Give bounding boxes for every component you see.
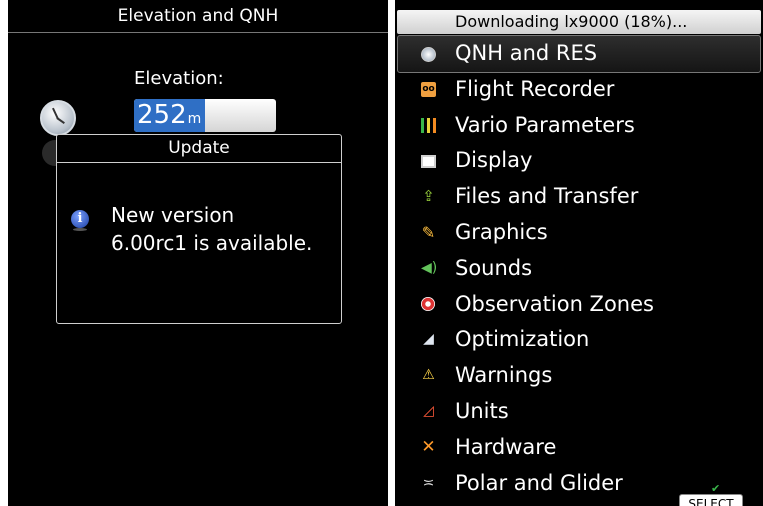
setup-menu: QNH and RES oo Flight Recorder Vario Par… — [395, 36, 763, 501]
dialog-message-line: 6.00rc1 is available. — [111, 231, 313, 255]
target-icon — [421, 296, 435, 311]
menu-item-hardware[interactable]: ✕ Hardware — [395, 430, 763, 466]
screen-title: Elevation and QNH — [8, 0, 388, 33]
speaker-icon: ◀) — [421, 259, 438, 276]
menu-item-label: Observation Zones — [455, 291, 654, 316]
elevation-label: Elevation: — [134, 68, 224, 89]
menu-item-label: Hardware — [455, 434, 557, 459]
dialog-title: Update — [57, 135, 341, 163]
menu-item-label: Sounds — [455, 255, 533, 280]
menu-item-label: Optimization — [455, 327, 590, 352]
menu-item-label: Warnings — [455, 363, 553, 388]
ruler-icon: ◿ — [423, 402, 434, 419]
menu-item-qnh-and-res[interactable]: QNH and RES — [395, 36, 763, 72]
glider-icon: ≍ — [422, 474, 435, 491]
menu-item-flight-recorder[interactable]: oo Flight Recorder — [395, 72, 763, 108]
elevation-unit: m — [187, 111, 202, 127]
info-icon: i — [71, 210, 89, 231]
check-icon: ✔ — [711, 482, 721, 495]
download-status-bar: Downloading lx9000 (18%)... — [397, 10, 761, 34]
vario-bars-icon — [421, 117, 436, 133]
elevation-qnh-screen: Elevation and QNH Elevation: 252m Update… — [8, 0, 388, 506]
menu-item-display[interactable]: Display — [395, 143, 763, 179]
recorder-icon: oo — [421, 81, 436, 97]
menu-item-graphics[interactable]: ✎ Graphics — [395, 215, 763, 251]
menu-item-units[interactable]: ◿ Units — [395, 394, 763, 430]
qnh-gauge-icon — [40, 100, 76, 136]
menu-item-label: Display — [455, 148, 533, 173]
elevation-field[interactable]: 252m — [134, 99, 276, 132]
menu-item-label: Units — [455, 398, 509, 423]
menu-item-observation-zones[interactable]: Observation Zones — [395, 287, 763, 323]
elevation-value: 252m — [134, 99, 206, 132]
menu-item-warnings[interactable]: ⚠ Warnings — [395, 358, 763, 394]
monitor-icon — [421, 155, 436, 169]
menu-item-label: Graphics — [455, 219, 548, 244]
setup-menu-screen: Downloading lx9000 (18%)... QNH and RES … — [395, 0, 763, 506]
menu-item-vario-parameters[interactable]: Vario Parameters — [395, 108, 763, 144]
menu-item-label: Flight Recorder — [455, 76, 615, 101]
paintbrush-icon: ✎ — [421, 222, 436, 242]
select-button[interactable]: SELECT — [679, 494, 743, 506]
update-dialog: Update i New version 6.00rc1 is availabl… — [56, 134, 342, 324]
warning-icon: ⚠ — [422, 367, 435, 384]
dialog-message-line: New version — [111, 203, 235, 227]
menu-item-label: Polar and Glider — [455, 470, 623, 495]
dialog-message: New version 6.00rc1 is available. — [111, 201, 312, 257]
file-transfer-icon: ⇪ — [422, 187, 435, 206]
tools-icon: ✕ — [421, 436, 436, 457]
menu-item-optimization[interactable]: ◢ Optimization — [395, 322, 763, 358]
menu-item-files-and-transfer[interactable]: ⇪ Files and Transfer — [395, 179, 763, 215]
optimization-icon: ◢ — [423, 331, 434, 348]
qnh-gauge-icon — [421, 47, 436, 62]
menu-item-sounds[interactable]: ◀) Sounds — [395, 251, 763, 287]
menu-item-label: Vario Parameters — [455, 112, 635, 137]
menu-item-label: Files and Transfer — [455, 184, 639, 209]
menu-item-label: QNH and RES — [455, 41, 598, 65]
